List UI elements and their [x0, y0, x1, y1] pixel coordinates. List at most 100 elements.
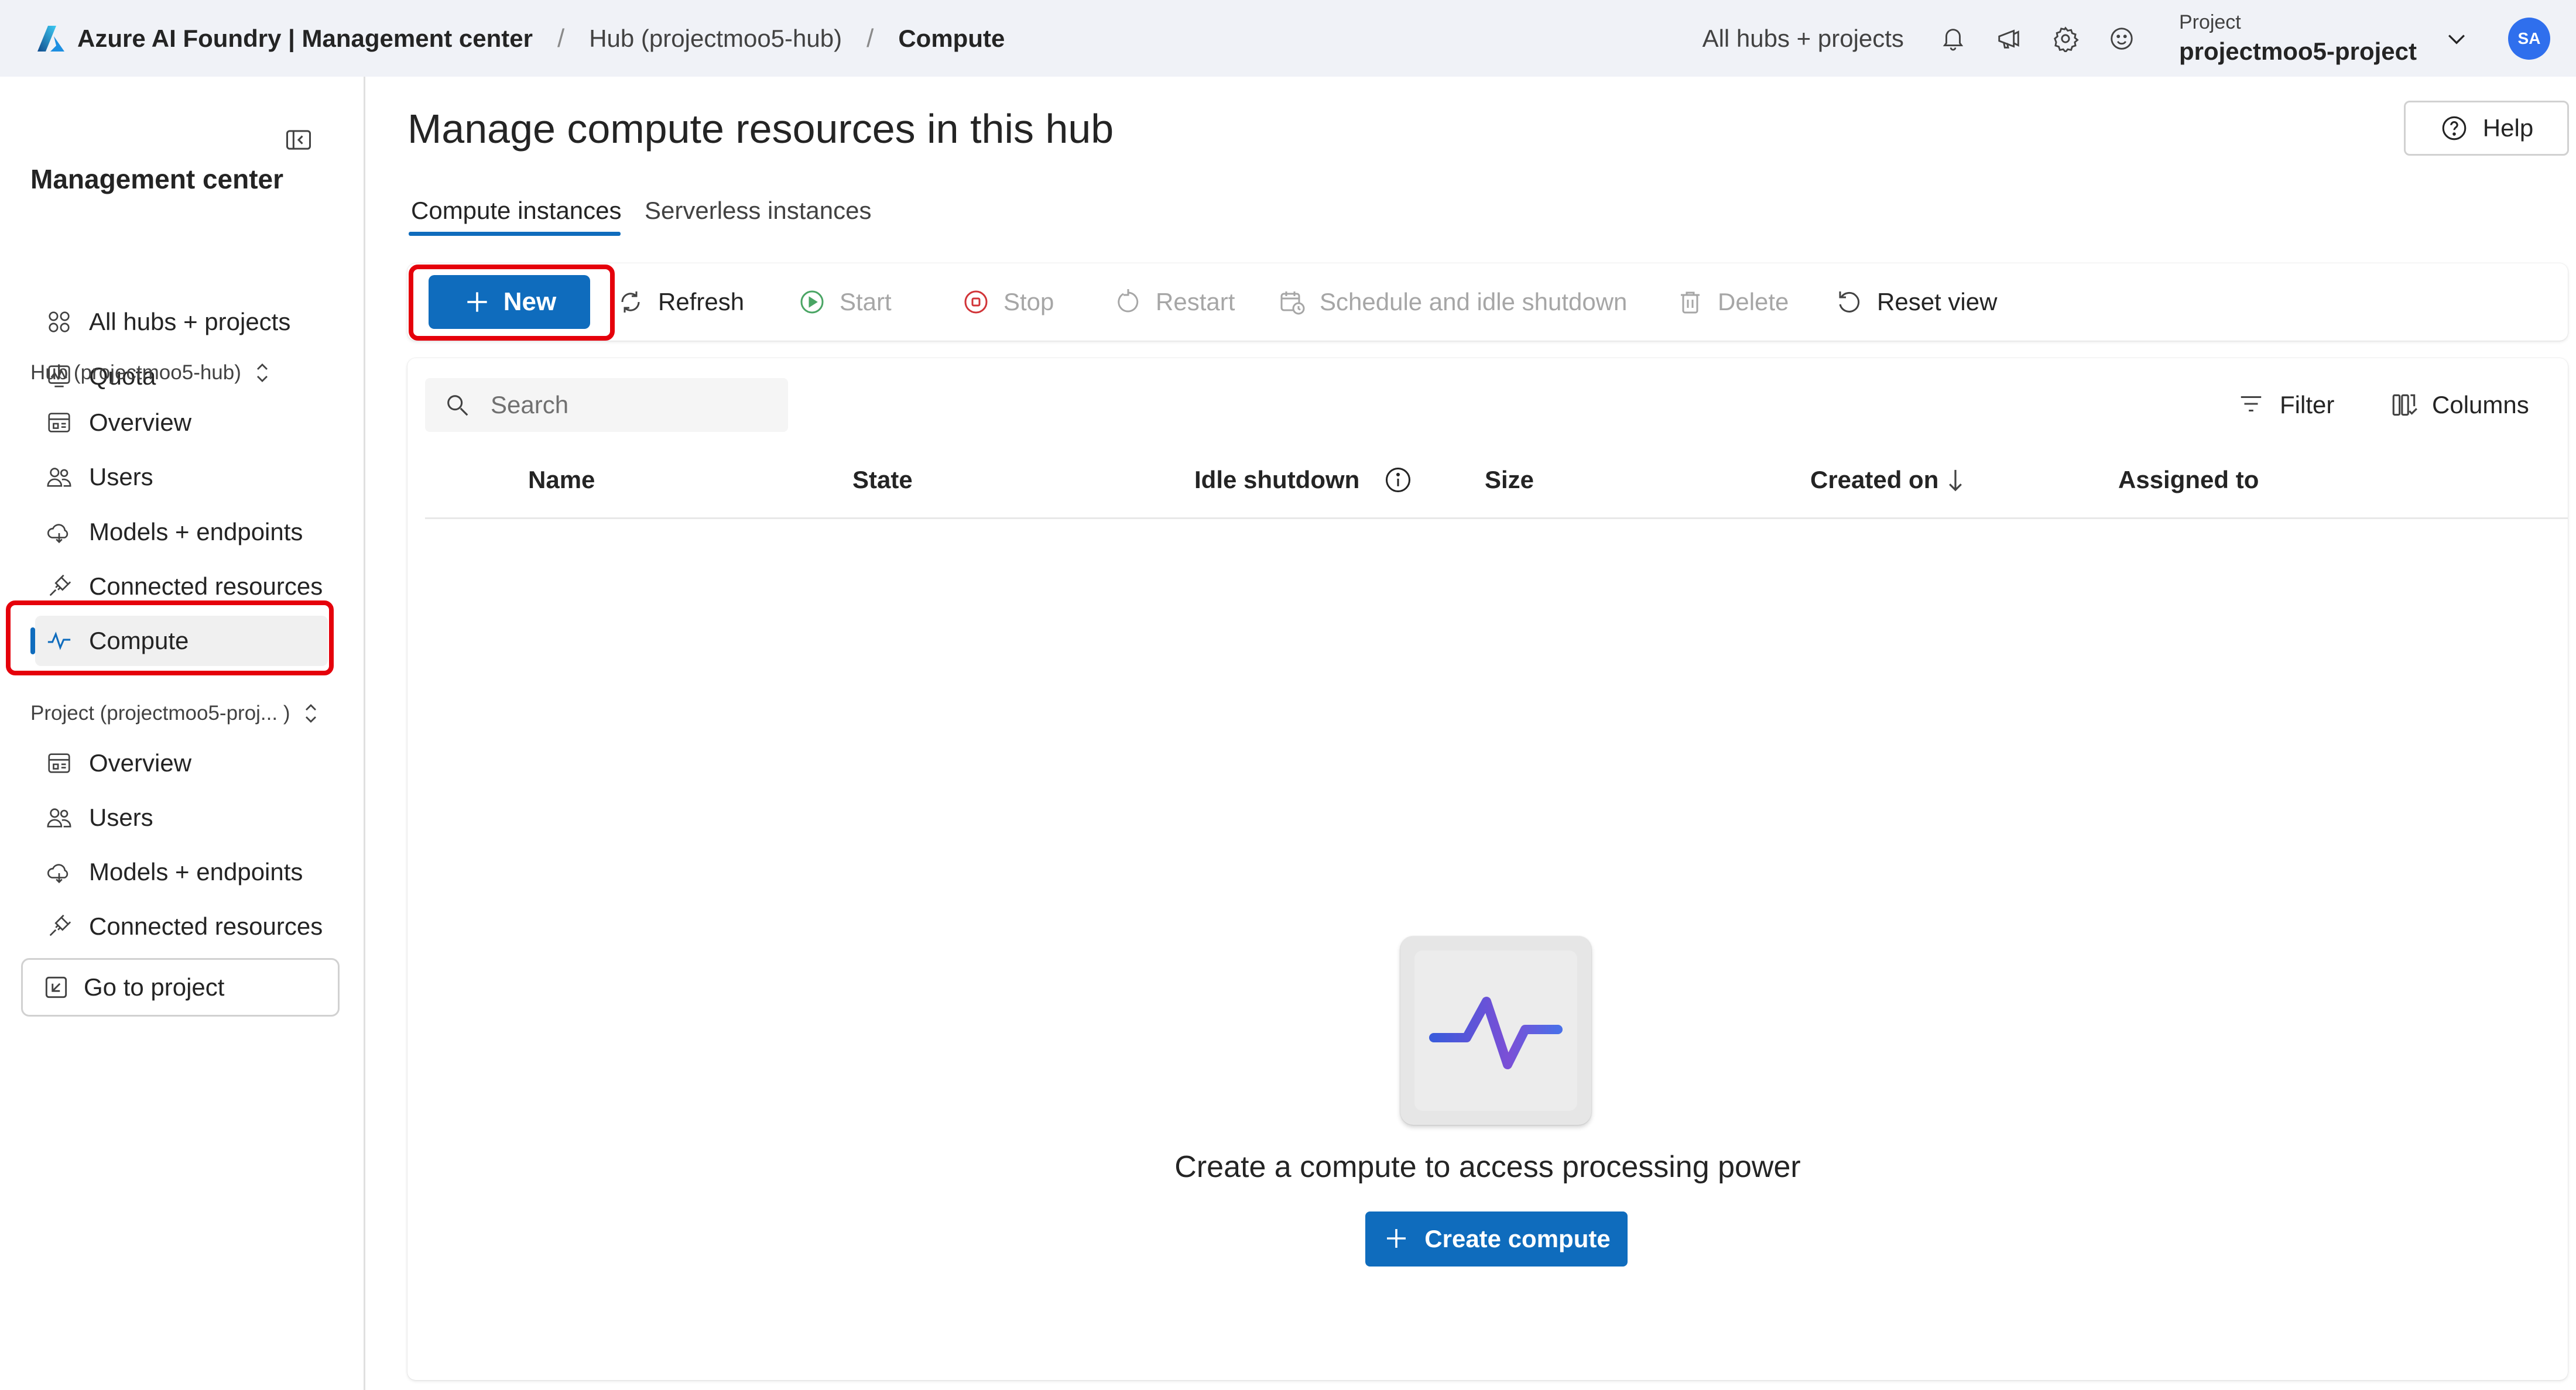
reset-view-button[interactable]: Reset view [1835, 263, 1997, 341]
reset-view-label: Reset view [1877, 288, 1998, 315]
refresh-icon [616, 287, 645, 317]
project-caption: Project [2178, 11, 2241, 33]
sidebar-item-label: All hubs + projects [89, 308, 291, 335]
sidebar-item-hub-users[interactable]: Users [35, 452, 328, 502]
chevron-up-down-icon [300, 702, 321, 725]
sidebar-item-label: Connected resources [89, 912, 323, 940]
compute-list-card: Filter Columns Name State Idle shutdown … [407, 358, 2568, 1380]
sidebar-item-project-models[interactable]: Models + endpoints [35, 847, 328, 897]
start-button[interactable]: Start [797, 263, 892, 341]
restart-button[interactable]: Restart [1114, 263, 1235, 341]
sidebar-item-hub-connected[interactable]: Connected resources [35, 561, 328, 612]
grid-icon [44, 307, 74, 337]
command-toolbar: New Refresh Start Stop Restart Schedule … [407, 263, 2568, 341]
sidebar-item-label: Users [89, 463, 153, 490]
megaphone-icon[interactable] [1993, 22, 2026, 55]
gear-icon[interactable] [2049, 22, 2082, 55]
new-button[interactable]: New [429, 275, 590, 329]
filter-button[interactable]: Filter [2238, 378, 2334, 432]
tab-serverless-instances[interactable]: Serverless instances [645, 197, 872, 225]
breadcrumb-hub[interactable]: Hub (projectmoo5-hub) [589, 25, 842, 53]
sidebar-item-label: Overview [89, 409, 192, 436]
info-icon[interactable] [1383, 465, 1413, 495]
hub-section-toggle[interactable]: Hub (projectmoo5-hub) [30, 361, 273, 385]
question-circle-icon [2440, 114, 2469, 143]
sidebar-item-hub-compute[interactable]: Compute [30, 616, 328, 666]
sidebar-item-project-connected[interactable]: Connected resources [35, 901, 328, 952]
project-section-toggle[interactable]: Project (projectmoo5-proj... ) [30, 702, 321, 725]
help-button[interactable]: Help [2404, 101, 2569, 156]
breadcrumb-separator: / [866, 23, 874, 53]
pulse-icon [44, 626, 74, 655]
sidebar-item-hub-overview[interactable]: Overview [35, 397, 328, 448]
collapse-sidebar-icon[interactable] [283, 125, 314, 155]
filter-icon [2238, 390, 2267, 420]
sidebar-item-project-overview[interactable]: Overview [35, 738, 328, 788]
sidebar-item-label: Models + endpoints [89, 858, 303, 886]
column-header-name[interactable]: Name [528, 457, 595, 503]
columns-button[interactable]: Columns [2390, 378, 2529, 432]
project-name: projectmoo5-project [2178, 37, 2417, 65]
start-label: Start [840, 288, 892, 315]
help-label: Help [2482, 114, 2534, 142]
bell-icon[interactable] [1937, 22, 1969, 55]
calendar-clock-icon [1277, 287, 1307, 317]
schedule-label: Schedule and idle shutdown [1320, 288, 1628, 315]
stop-button[interactable]: Stop [961, 263, 1054, 341]
restart-label: Restart [1156, 288, 1235, 315]
plug-icon [44, 572, 74, 601]
sidebar-item-label: Connected resources [89, 572, 323, 600]
create-compute-button[interactable]: Create compute [1365, 1211, 1628, 1267]
stop-circle-icon [961, 287, 991, 317]
create-compute-label: Create compute [1424, 1225, 1611, 1252]
sidebar-item-all-hubs[interactable]: All hubs + projects [35, 297, 328, 347]
table-header-divider [425, 517, 2568, 519]
overview-icon [44, 749, 74, 778]
users-icon [44, 462, 74, 492]
sidebar-item-label: Models + endpoints [89, 518, 303, 545]
column-header-size[interactable]: Size [1485, 457, 1534, 503]
delete-button[interactable]: Delete [1676, 263, 1789, 341]
hub-section-label-text: Hub (projectmoo5-hub) [30, 361, 241, 384]
cloud-icon [44, 857, 74, 887]
empty-state-message: Create a compute to access processing po… [1174, 1150, 1801, 1184]
chevron-down-icon[interactable] [2440, 22, 2473, 55]
sidebar-item-project-users[interactable]: Users [35, 792, 328, 843]
column-header-created-on[interactable]: Created on [1810, 457, 1964, 503]
breadcrumb-separator: / [557, 23, 565, 53]
users-icon [44, 803, 74, 832]
plus-icon [463, 287, 492, 317]
column-header-idle-shutdown[interactable]: Idle shutdown [1194, 457, 1413, 503]
brand[interactable]: Azure AI Foundry | Management center [36, 23, 533, 54]
go-to-project-button[interactable]: Go to project [21, 958, 340, 1017]
project-selector[interactable]: Project projectmoo5-project [2179, 11, 2417, 66]
search-input[interactable] [491, 391, 772, 419]
sidebar: Management center All hubs + projects Qu… [0, 77, 365, 1390]
schedule-button[interactable]: Schedule and idle shutdown [1277, 263, 1627, 341]
refresh-button[interactable]: Refresh [616, 263, 744, 341]
smiley-icon[interactable] [2105, 22, 2138, 55]
column-header-state[interactable]: State [852, 457, 913, 503]
search-icon [444, 392, 471, 418]
empty-state-illustration [1400, 936, 1591, 1125]
arrow-down-icon [1947, 467, 1964, 493]
search-box[interactable] [425, 378, 788, 432]
chevron-up-down-icon [252, 361, 273, 385]
avatar[interactable]: SA [2508, 17, 2550, 60]
overview-icon [44, 408, 74, 437]
delete-label: Delete [1718, 288, 1789, 315]
undo-icon [1835, 287, 1864, 317]
filter-label: Filter [2280, 391, 2335, 418]
column-header-assigned-to[interactable]: Assigned to [2118, 457, 2259, 503]
open-external-icon [42, 973, 71, 1002]
plus-icon [1382, 1224, 1412, 1254]
stop-label: Stop [1003, 288, 1054, 315]
refresh-label: Refresh [658, 288, 745, 315]
active-tab-indicator [409, 232, 621, 236]
sidebar-item-hub-models[interactable]: Models + endpoints [35, 507, 328, 557]
project-section-label-text: Project (projectmoo5-proj... ) [30, 702, 290, 725]
sidebar-item-label: Overview [89, 749, 192, 777]
tab-compute-instances[interactable]: Compute instances [411, 197, 622, 225]
new-label: New [503, 287, 557, 316]
all-hubs-link[interactable]: All hubs + projects [1703, 25, 1904, 53]
